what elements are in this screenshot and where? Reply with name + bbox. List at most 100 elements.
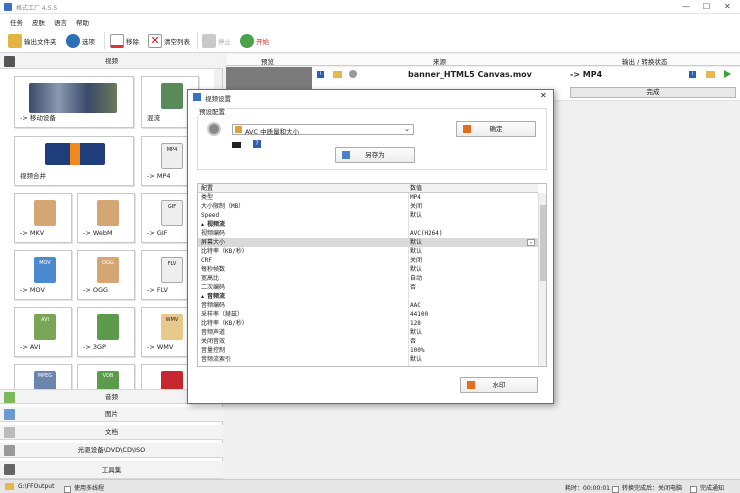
mobile-device-icon: [29, 83, 117, 113]
settings-grid-scrollbar[interactable]: [538, 193, 546, 366]
menu-help[interactable]: 帮助: [76, 17, 89, 27]
webm-icon: [97, 200, 119, 226]
settings-row[interactable]: 音频流索引 默认: [198, 355, 538, 364]
multithread-label: 使用多线程: [74, 485, 105, 492]
value-dropdown-icon[interactable]: ⌄: [527, 239, 535, 246]
elapsed-time: 耗时：00:00:01: [565, 485, 610, 492]
preset-select[interactable]: AVC 中质量和大小 ⌄: [232, 124, 414, 136]
settings-icon[interactable]: [349, 70, 357, 78]
column-preview: 预览: [261, 58, 274, 66]
source-file-name: banner_HTML5 Canvas.mov: [408, 70, 532, 79]
settings-row[interactable]: Speed 默认: [198, 211, 538, 220]
setting-value: 默认: [410, 239, 423, 246]
collapse-icon[interactable]: ▴: [201, 220, 204, 229]
cmd-icon[interactable]: [232, 142, 241, 148]
stop-button[interactable]: 停止: [202, 32, 231, 49]
settings-row[interactable]: 比特率（KB/秒） 128: [198, 319, 538, 328]
tile-mobile-device[interactable]: -> 移动设备: [14, 76, 134, 128]
ogg-icon: OGG: [97, 257, 119, 283]
tile-video-join[interactable]: 视频合并: [14, 136, 134, 186]
maximize-icon[interactable]: ☐: [703, 2, 710, 11]
start-icon: [240, 33, 254, 48]
setting-name: 采样率（赫兹）: [201, 311, 244, 318]
start-button[interactable]: 开始: [240, 32, 269, 49]
settings-grid-scroll-thumb[interactable]: [540, 205, 546, 281]
options-icon: [66, 33, 80, 48]
close-icon[interactable]: ✕: [724, 2, 731, 11]
category-image[interactable]: 图片: [0, 407, 223, 422]
settings-row[interactable]: 采样率（赫兹） 44100: [198, 310, 538, 319]
output-info-icon[interactable]: i: [689, 71, 696, 78]
settings-row[interactable]: 音频编码 AAC: [198, 301, 538, 310]
flash-icon: [161, 371, 183, 390]
tile-webm[interactable]: -> WebM: [77, 193, 135, 243]
folder-icon[interactable]: [333, 71, 342, 78]
watermark-button[interactable]: 水印: [460, 377, 538, 393]
category-toolbox[interactable]: 工具集: [0, 461, 223, 479]
tile-mkv[interactable]: -> MKV: [14, 193, 72, 243]
tile-3gp[interactable]: -> 3GP: [77, 307, 135, 357]
mkv-icon: [34, 200, 56, 226]
film-icon: [4, 56, 15, 67]
settings-row[interactable]: 大小限制（MB） 关闭: [198, 202, 538, 211]
checkbox-icon: [690, 486, 697, 493]
category-video[interactable]: 视频: [0, 54, 223, 69]
category-rom-device[interactable]: 光驱设备\DVD\CD\ISO: [0, 443, 223, 458]
clear-list-button[interactable]: ✕ 清空列表: [148, 32, 190, 49]
ok-button[interactable]: 确定: [456, 121, 536, 137]
settings-grid: 配置 数值 类型 MP4 大小限制（MB） 关闭 Speed 默认 视频流 ▴ 视频编码 AVC(…: [197, 183, 547, 367]
settings-row[interactable]: 每秒帧数 默认: [198, 265, 538, 274]
setting-value: 默认: [410, 356, 423, 363]
setting-value: AAC: [410, 302, 421, 309]
preset-label: 预设配置: [197, 106, 227, 116]
tile-mpeg[interactable]: MPEG: [14, 364, 72, 390]
preset-value: AVC 中质量和大小: [245, 128, 300, 136]
stop-icon: [202, 33, 216, 48]
task-list-header: 预览 来源 输出 / 转换状态: [226, 54, 740, 66]
collapse-icon[interactable]: ▴: [201, 292, 204, 301]
help-icon[interactable]: ?: [253, 140, 261, 148]
settings-row[interactable]: 类型 MP4: [198, 193, 538, 202]
tile-mov[interactable]: MOV -> MOV: [14, 250, 72, 300]
settings-section-row[interactable]: 音频流 ▴: [198, 292, 538, 301]
tile-avi[interactable]: AVI -> AVI: [14, 307, 72, 357]
column-output: 输出 / 转换状态: [622, 58, 668, 66]
3gp-icon: [97, 314, 119, 340]
settings-row[interactable]: 宽高比 自动: [198, 274, 538, 283]
settings-row[interactable]: 屏幕大小 默认 ⌄: [198, 238, 538, 247]
menu-skin[interactable]: 皮肤: [32, 17, 45, 27]
setting-value: 128: [410, 320, 421, 327]
settings-row[interactable]: 音频声道 默认: [198, 328, 538, 337]
remove-button[interactable]: 移除: [110, 32, 139, 49]
tile-ogg[interactable]: OGG -> OGG: [77, 250, 135, 300]
settings-row[interactable]: 关闭音效 否: [198, 337, 538, 346]
settings-row[interactable]: 视频编码 AVC(H264): [198, 229, 538, 238]
options-button[interactable]: 选项: [66, 32, 95, 49]
window-title: 格式工厂 4.5.5: [16, 5, 58, 12]
settings-row[interactable]: CRF 关闭: [198, 256, 538, 265]
notify-label: 完成通知: [700, 485, 725, 492]
minimize-icon[interactable]: —: [682, 2, 690, 11]
settings-row[interactable]: 音量控制 100%: [198, 346, 538, 355]
tile-vob[interactable]: VOB: [77, 364, 135, 390]
setting-name: 关闭音效: [201, 338, 226, 345]
output-folder-icon[interactable]: [5, 483, 14, 490]
settings-row[interactable]: 比特率（KB/秒） 默认: [198, 247, 538, 256]
output-folder-button[interactable]: 输出文件夹: [8, 32, 57, 49]
video-join-icon: [45, 143, 105, 165]
toolbar-divider: [104, 32, 105, 49]
menu-language[interactable]: 语言: [54, 17, 67, 27]
save-as-button[interactable]: 另存为: [335, 147, 415, 163]
play-icon[interactable]: [724, 70, 731, 78]
setting-value: 默认: [410, 266, 423, 273]
conversion-status: 完成: [570, 87, 736, 98]
dialog-close-icon[interactable]: ✕: [540, 91, 547, 100]
settings-row[interactable]: 二次编码 否: [198, 283, 538, 292]
info-icon[interactable]: i: [317, 71, 324, 78]
category-document[interactable]: 文档: [0, 425, 223, 440]
mux-icon: [161, 83, 183, 109]
settings-section-row[interactable]: 视频流 ▴: [198, 220, 538, 229]
menu-task[interactable]: 任务: [10, 17, 23, 27]
output-folder-icon[interactable]: [706, 71, 715, 78]
music-note-icon: [4, 392, 15, 403]
